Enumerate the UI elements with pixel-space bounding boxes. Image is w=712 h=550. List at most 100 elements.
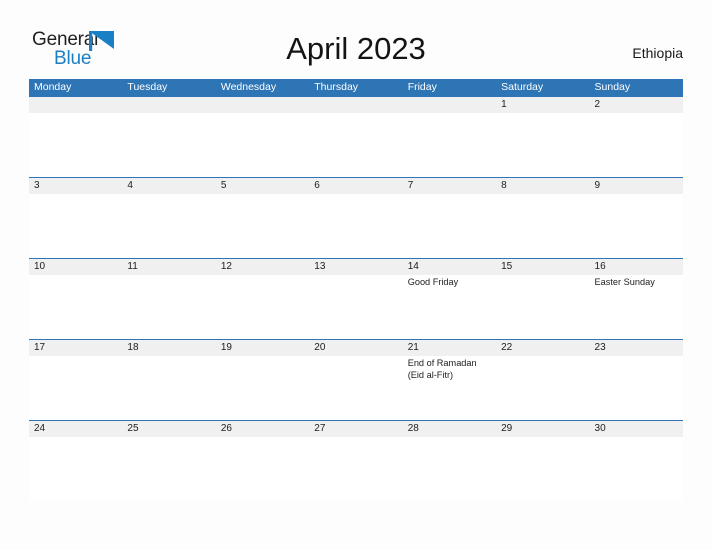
day-number: 8	[501, 180, 507, 191]
calendar-empty-cell	[216, 97, 309, 176]
calendar-day-cell[interactable]: 28	[403, 421, 496, 500]
calendar-day-cell[interactable]: 30	[590, 421, 683, 500]
calendar-day-cell[interactable]: 26	[216, 421, 309, 500]
calendar-empty-cell	[403, 97, 496, 176]
holiday-label: Easter Sunday	[594, 277, 655, 287]
calendar-day-cell[interactable]: 18	[122, 340, 215, 419]
day-number: 16	[594, 261, 606, 272]
calendar-week-row: 12	[29, 96, 683, 177]
day-events: End of Ramadan (Eid al-Fitr)	[408, 356, 496, 381]
weekday-header-thursday: Thursday	[314, 81, 359, 93]
day-number: 10	[34, 261, 46, 272]
calendar-grid: Monday Tuesday Wednesday Thursday Friday…	[29, 79, 683, 501]
holiday-label: (Eid al-Fitr)	[407, 369, 454, 380]
calendar-day-cell[interactable]: 4	[122, 178, 215, 257]
day-number: 2	[594, 99, 601, 110]
calendar-empty-cell	[29, 97, 122, 176]
holiday-label: Good Friday	[407, 277, 459, 287]
calendar-day-cell[interactable]: 5	[216, 178, 309, 257]
calendar-day-cell[interactable]: 29	[496, 421, 589, 500]
day-number: 25	[127, 423, 139, 434]
week-day-cells: 17 18 19 20 21 End of Ramadan (Eid al-Fitr) 22 2…	[29, 340, 683, 419]
day-number: 15	[501, 261, 513, 272]
calendar-day-cell[interactable]: 9	[590, 178, 683, 257]
weekday-header-friday: Friday	[407, 81, 437, 93]
calendar-day-cell[interactable]: 23	[590, 340, 683, 419]
day-number: 18	[127, 342, 139, 353]
day-number: 21	[407, 342, 419, 353]
day-number: 26	[220, 423, 232, 434]
calendar-day-cell[interactable]: 12	[216, 259, 309, 338]
day-number	[127, 97, 215, 113]
week-day-cells: 24 25 26 27 28 29 30	[29, 421, 683, 500]
calendar-day-cell[interactable]: 6	[309, 178, 402, 257]
day-number: 14	[407, 261, 419, 272]
calendar-empty-cell	[122, 97, 215, 176]
day-number: 6	[314, 180, 320, 191]
calendar-day-cell[interactable]: 1	[496, 97, 589, 176]
day-number	[34, 97, 122, 113]
day-number: 7	[407, 180, 414, 191]
calendar-day-cell[interactable]: 10	[29, 259, 122, 338]
calendar-weeks: 1 2 3 4 5 6 7 8 9 10 11 12 13 14 Good Friday 15 16 Easter…	[29, 96, 683, 501]
calendar-day-cell[interactable]: 2	[590, 97, 683, 176]
day-number: 3	[34, 180, 40, 191]
week-day-cells: 3 4 5 6 7 8 9	[29, 178, 683, 257]
calendar-day-cell[interactable]: 17	[29, 340, 122, 419]
day-number: 1	[501, 99, 507, 110]
calendar-day-cell[interactable]: 8	[496, 178, 589, 257]
calendar-day-cell[interactable]: 24	[29, 421, 122, 500]
day-events: Good Friday	[408, 275, 496, 289]
day-number: 29	[501, 423, 513, 434]
calendar-day-cell[interactable]: 11	[122, 259, 215, 338]
weekday-header-wednesday: Wednesday	[220, 81, 277, 93]
day-number: 12	[220, 261, 232, 272]
week-day-cells: 12	[29, 97, 683, 176]
day-number: 30	[594, 423, 606, 434]
day-number: 17	[34, 342, 46, 353]
day-number: 11	[127, 261, 138, 272]
calendar-week-row: 10 11 12 13 14 Good Friday 15 16 Easter Sunday	[29, 258, 683, 339]
day-number	[221, 97, 309, 113]
holiday-label: End of Ramadan	[407, 358, 477, 368]
day-number: 22	[501, 342, 513, 353]
day-number: 27	[314, 423, 326, 434]
day-number: 9	[594, 180, 601, 191]
weekday-header-tuesday: Tuesday	[127, 81, 168, 93]
day-number: 23	[594, 342, 606, 353]
calendar-week-row: 24 25 26 27 28 29 30	[29, 420, 683, 501]
calendar-day-cell[interactable]: 7	[403, 178, 496, 257]
calendar-day-cell[interactable]: 13	[309, 259, 402, 338]
calendar-week-row: 3 4 5 6 7 8 9	[29, 177, 683, 258]
page-title: April 2023	[286, 31, 426, 66]
calendar-day-cell[interactable]: 21 End of Ramadan (Eid al-Fitr)	[403, 340, 496, 419]
calendar-day-cell[interactable]: 14 Good Friday	[403, 259, 496, 338]
region-label: Ethiopia	[632, 45, 683, 61]
calendar-day-cell[interactable]: 20	[309, 340, 402, 419]
weekday-header-row: Monday Tuesday Wednesday Thursday Friday…	[29, 79, 683, 96]
weekday-header-saturday: Saturday	[501, 81, 544, 93]
calendar-page: General Blue April 2023 Ethiopia Monday …	[0, 0, 712, 550]
calendar-day-cell[interactable]: 3	[29, 178, 122, 257]
calendar-day-cell[interactable]: 22	[496, 340, 589, 419]
calendar-day-cell[interactable]: 19	[216, 340, 309, 419]
day-number: 28	[407, 423, 419, 434]
calendar-day-cell[interactable]: 16 Easter Sunday	[590, 259, 683, 338]
day-number: 4	[127, 180, 133, 191]
day-number: 24	[34, 423, 46, 434]
week-day-cells: 10 11 12 13 14 Good Friday 15 16 Easter Sunday	[29, 259, 683, 338]
day-number: 19	[220, 342, 232, 353]
weekday-header-monday: Monday	[34, 81, 72, 93]
day-events: Easter Sunday	[595, 275, 683, 289]
day-number	[408, 97, 496, 113]
day-number: 5	[220, 180, 227, 191]
day-number: 13	[314, 261, 326, 272]
weekday-header-sunday: Sunday	[594, 81, 631, 93]
calendar-day-cell[interactable]: 27	[309, 421, 402, 500]
calendar-week-row: 17 18 19 20 21 End of Ramadan (Eid al-Fitr) 22 2…	[29, 339, 683, 420]
page-header: General Blue April 2023 Ethiopia	[0, 0, 712, 79]
day-number: 20	[314, 342, 326, 353]
calendar-empty-cell	[309, 97, 402, 176]
calendar-day-cell[interactable]: 25	[122, 421, 215, 500]
calendar-day-cell[interactable]: 15	[496, 259, 589, 338]
